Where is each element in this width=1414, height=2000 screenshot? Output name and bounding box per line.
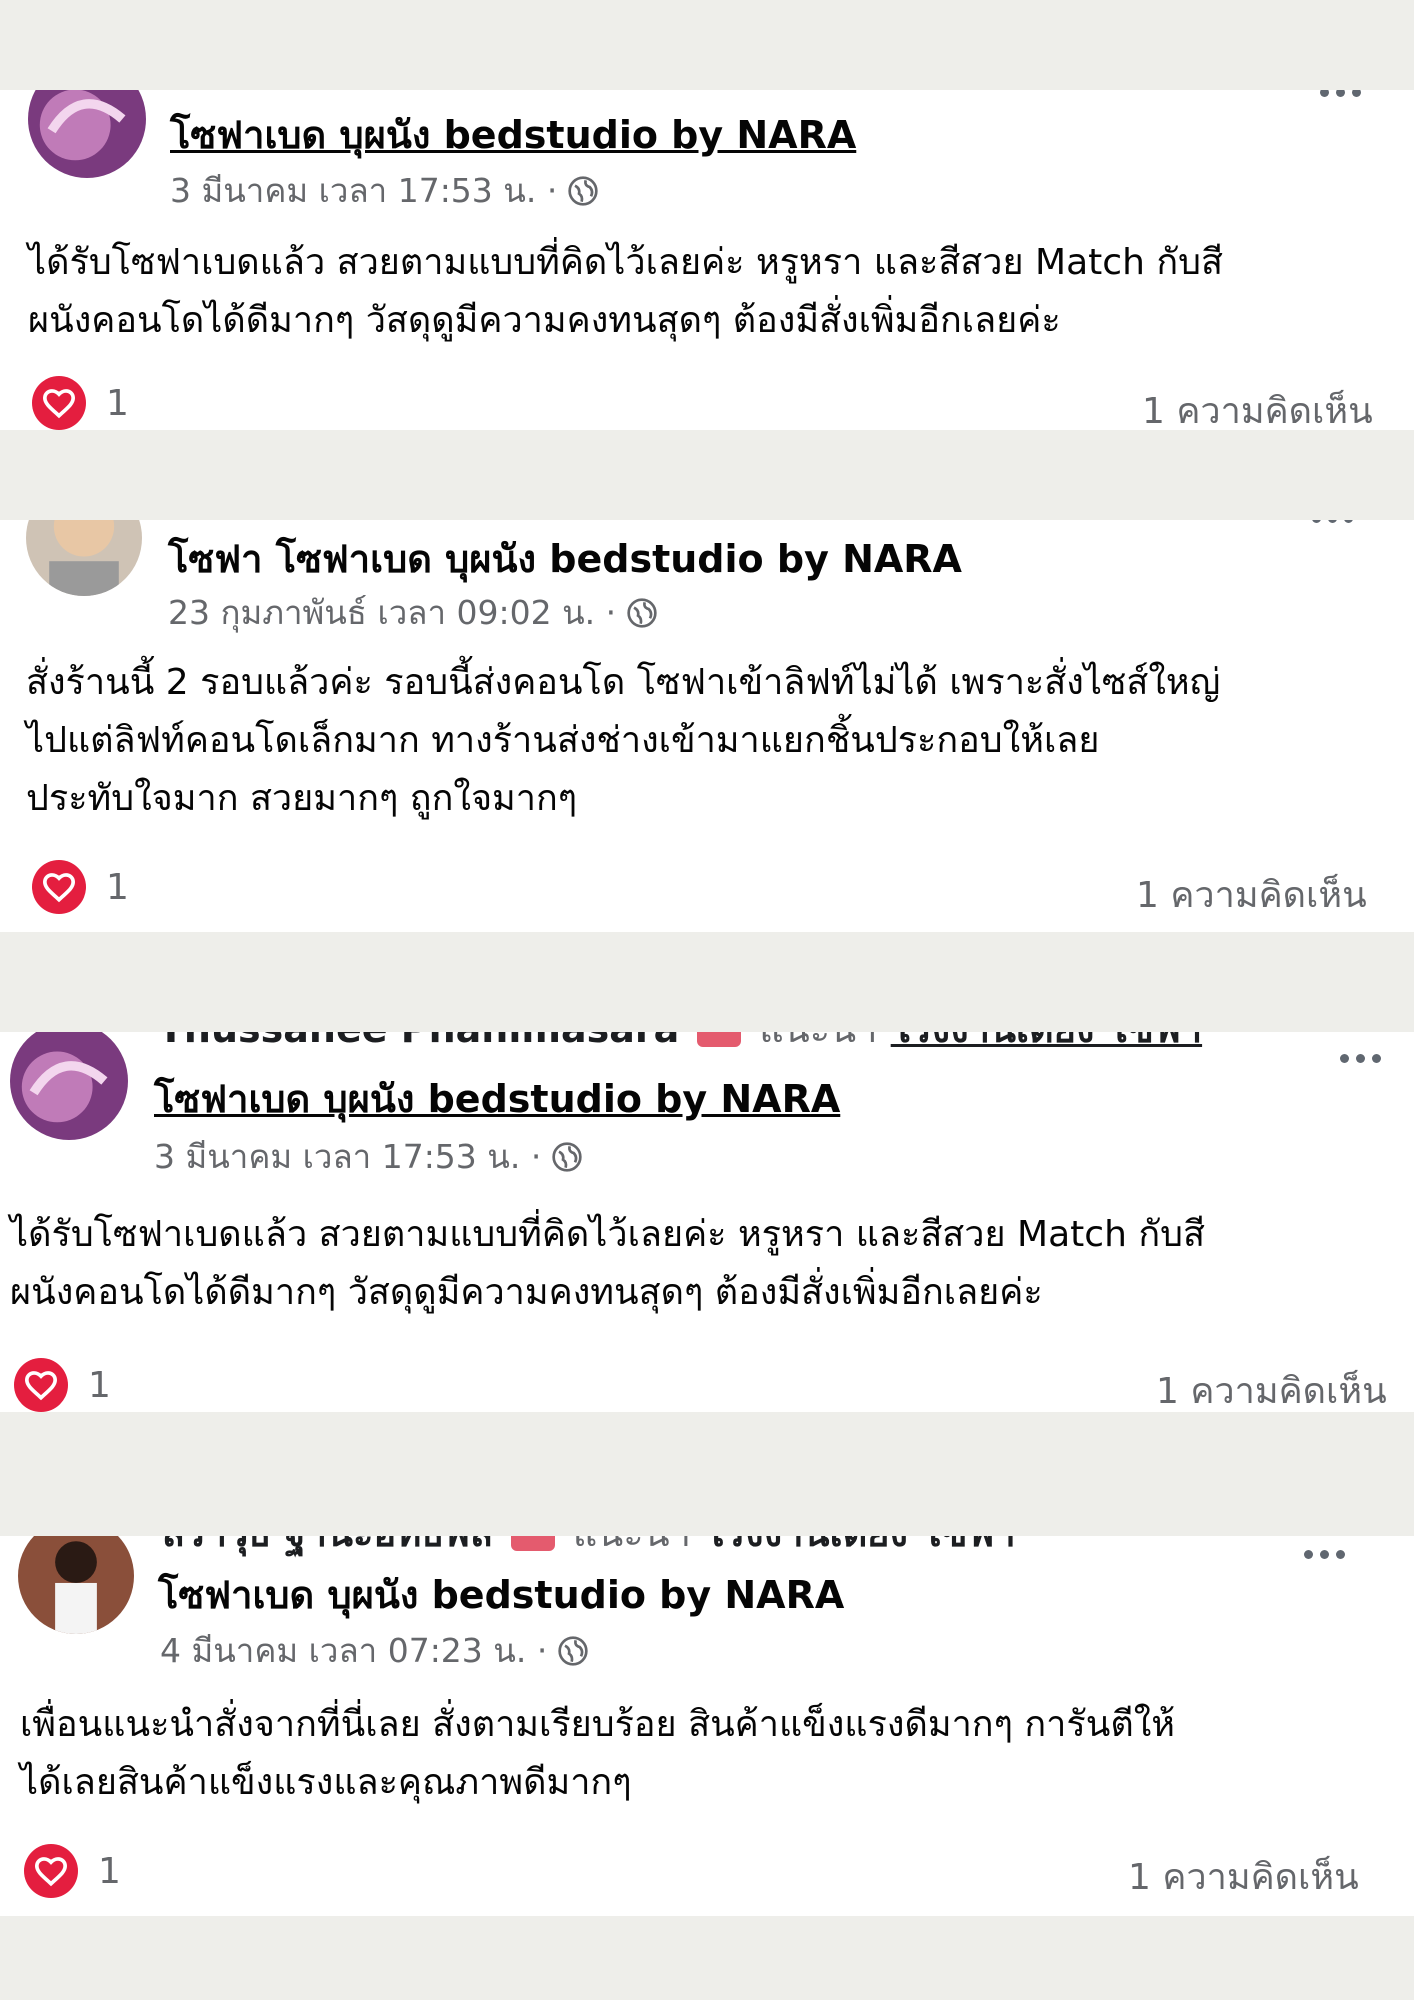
reaction-number: 1 xyxy=(98,1850,121,1892)
globe-icon xyxy=(551,1141,583,1173)
recommends-label: แนะนำ xyxy=(759,1032,877,1051)
post-line: ได้รับโซฟาเบดแล้ว สวยตามแบบที่คิดไว้เลยค… xyxy=(28,242,1223,283)
reaction-count[interactable]: 1 xyxy=(32,860,129,914)
page-name[interactable]: โซฟาเบด บุผนัง bedstudio by NARA xyxy=(158,1564,844,1625)
recommendation-header: Thussanee Phanimasara แนะนำ โรงงานเตียง โ… xyxy=(158,1032,1202,1059)
reaction-count[interactable]: 1 xyxy=(32,376,129,430)
reaction-number: 1 xyxy=(106,382,129,424)
post-line: ผนังคอนโดได้ดีมากๆ วัสดุดูมีความคงทนสุดๆ… xyxy=(10,1272,1043,1313)
globe-icon xyxy=(557,1635,589,1667)
heart-icon xyxy=(14,1358,68,1412)
page-name-prefix: โซฟา xyxy=(168,537,263,581)
timestamp-text: 3 มีนาคม เวลา 17:53 น. · xyxy=(154,1137,542,1176)
post-timestamp[interactable]: 3 มีนาคม เวลา 17:53 น. · xyxy=(170,164,599,217)
timestamp-text: 4 มีนาคม เวลา 07:23 น. · xyxy=(160,1631,548,1670)
more-options-icon[interactable] xyxy=(1320,90,1361,97)
page-name-link[interactable]: โซฟาเบด บุผนัง bedstudio by NARA xyxy=(154,1068,840,1129)
page-name-link[interactable]: โซฟาเบด บุผนัง bedstudio by NARA xyxy=(170,104,856,165)
comment-count[interactable]: 1 ความคิดเห็น xyxy=(1156,1362,1387,1412)
recommends-target[interactable]: โรงงานเตียง โซฟา xyxy=(891,1032,1202,1051)
reaction-number: 1 xyxy=(106,866,129,908)
recommends-target[interactable]: โรงงานเตียง โซฟา xyxy=(704,1536,1015,1555)
comment-count[interactable]: 1 ความคิดเห็น xyxy=(1136,866,1367,923)
heart-icon xyxy=(32,376,86,430)
heart-icon xyxy=(32,860,86,914)
post-line: เพื่อนแนะนำสั่งจากที่นี่เลย สั่งตามเรียบ… xyxy=(20,1704,1176,1745)
avatar[interactable] xyxy=(18,1536,134,1634)
post-body: ได้รับโซฟาเบดแล้ว สวยตามแบบที่คิดไว้เลยค… xyxy=(10,1206,1205,1322)
author-name[interactable]: สราวุธ ฐานะอิทธิพล xyxy=(162,1536,493,1555)
avatar[interactable] xyxy=(10,1032,128,1140)
post-body: เพื่อนแนะนำสั่งจากที่นี่เลย สั่งตามเรียบ… xyxy=(20,1696,1175,1812)
globe-icon xyxy=(567,175,599,207)
reaction-count[interactable]: 1 xyxy=(14,1358,111,1412)
post-line: ได้รับโซฟาเบดแล้ว สวยตามแบบที่คิดไว้เลยค… xyxy=(10,1214,1205,1255)
post-card: Thussanee Phanimasara แนะนำ โรงงานเตียง โ… xyxy=(0,1032,1414,1412)
post-body: สั่งร้านนี้ 2 รอบแล้วค่ะ รอบนี้ส่งคอนโด … xyxy=(26,654,1220,828)
more-options-icon[interactable] xyxy=(1304,1550,1345,1559)
post-line: ไปแต่ลิฟท์คอนโดเล็กมาก ทางร้านส่งช่างเข้… xyxy=(26,720,1100,761)
timestamp-text: 3 มีนาคม เวลา 17:53 น. · xyxy=(170,171,558,210)
post-timestamp[interactable]: 4 มีนาคม เวลา 07:23 น. · xyxy=(160,1624,589,1677)
recommendation-header: สราวุธ ฐานะอิทธิพล แนะนำ โรงงานเตียง โซฟา xyxy=(162,1536,1016,1563)
post-line: สั่งร้านนี้ 2 รอบแล้วค่ะ รอบนี้ส่งคอนโด … xyxy=(26,662,1221,703)
more-options-icon[interactable] xyxy=(1340,1054,1381,1063)
page-name[interactable]: โซฟา โซฟาเบด บุผนัง bedstudio by NARA xyxy=(168,528,962,589)
post-card: โซฟาเบด บุผนัง bedstudio by NARA 3 มีนาค… xyxy=(0,90,1414,430)
post-card: สราวุธ ฐานะอิทธิพล แนะนำ โรงงานเตียง โซฟา… xyxy=(0,1536,1414,1916)
post-card: โซฟา โซฟาเบด บุผนัง bedstudio by NARA 23… xyxy=(0,520,1414,932)
avatar[interactable] xyxy=(28,90,146,178)
comment-count[interactable]: 1 ความคิดเห็น xyxy=(1128,1848,1359,1905)
reaction-count[interactable]: 1 xyxy=(24,1844,121,1898)
recommend-icon xyxy=(697,1032,742,1047)
heart-icon xyxy=(24,1844,78,1898)
globe-icon xyxy=(626,597,658,629)
timestamp-text: 23 กุมภาพันธ์ เวลา 09:02 น. · xyxy=(168,593,617,632)
page-name-text: โซฟาเบด บุผนัง bedstudio by NARA xyxy=(275,537,962,581)
author-name[interactable]: Thussanee Phanimasara xyxy=(158,1032,679,1051)
post-line: ได้เลยสินค้าแข็งแรงและคุณภาพดีมากๆ xyxy=(20,1762,632,1803)
comment-count[interactable]: 1 ความคิดเห็น xyxy=(1142,382,1373,430)
reaction-number: 1 xyxy=(88,1364,111,1406)
more-options-icon[interactable] xyxy=(1312,520,1353,523)
post-line: ผนังคอนโดได้ดีมากๆ วัสดุดูมีความคงทนสุดๆ… xyxy=(28,300,1061,341)
post-body: ได้รับโซฟาเบดแล้ว สวยตามแบบที่คิดไว้เลยค… xyxy=(28,234,1223,350)
avatar[interactable] xyxy=(26,520,142,596)
recommend-icon xyxy=(510,1536,555,1551)
post-line: ประทับใจมาก สวยมากๆ ถูกใจมากๆ xyxy=(26,778,578,819)
recommends-label: แนะนำ xyxy=(573,1536,691,1555)
post-timestamp[interactable]: 3 มีนาคม เวลา 17:53 น. · xyxy=(154,1130,583,1183)
post-timestamp[interactable]: 23 กุมภาพันธ์ เวลา 09:02 น. · xyxy=(168,586,658,639)
